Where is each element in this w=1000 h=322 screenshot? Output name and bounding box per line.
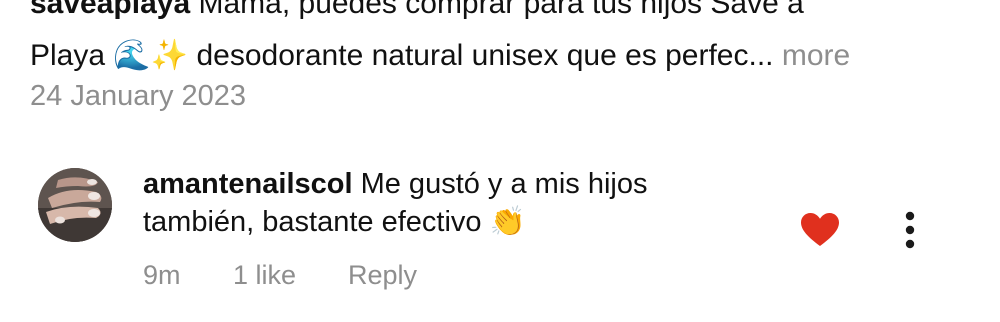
post-date: 24 January 2023	[30, 80, 247, 112]
heart-filled-icon[interactable]	[800, 212, 840, 248]
more-options-icon[interactable]	[898, 210, 922, 250]
comment-body: amantenailscol Me gustó y a mis hijos ta…	[143, 166, 763, 241]
avatar-image	[38, 168, 112, 242]
comment-username[interactable]: amantenailscol	[143, 168, 353, 200]
comment-text-1: Me gustó y a mis hijos	[360, 168, 648, 200]
caption-text-2-start: Playa	[30, 39, 106, 72]
more-link[interactable]: more	[782, 39, 850, 72]
caption-line-2: Playa 🌊✨ desodorante natural unisex que …	[30, 30, 970, 82]
wave-sparkles-emoji: 🌊✨	[113, 38, 189, 73]
caption-line-1: saveaplaya Mamá, puedes comprar para tus…	[30, 0, 970, 30]
avatar[interactable]	[38, 168, 112, 242]
comment-meta: 9m 1 like Reply	[143, 260, 417, 291]
reply-button[interactable]: Reply	[348, 260, 417, 291]
comments-view: saveaplaya Mamá, puedes comprar para tus…	[0, 0, 1000, 322]
comment-item: amantenailscol Me gustó y a mis hijos ta…	[0, 160, 1000, 310]
post-caption: saveaplaya Mamá, puedes comprar para tus…	[30, 0, 970, 82]
comment-likes[interactable]: 1 like	[233, 260, 348, 291]
caption-text-1: Mamá, puedes comprar para tus hijos Save…	[198, 0, 804, 20]
comment-time: 9m	[143, 260, 181, 290]
caption-text-2: desodorante natural unisex que es perfec…	[196, 39, 774, 72]
caption-username[interactable]: saveaplaya	[30, 0, 190, 20]
comment-text-2: también, bastante efectivo	[143, 206, 482, 238]
clap-emoji: 👏	[489, 204, 526, 238]
